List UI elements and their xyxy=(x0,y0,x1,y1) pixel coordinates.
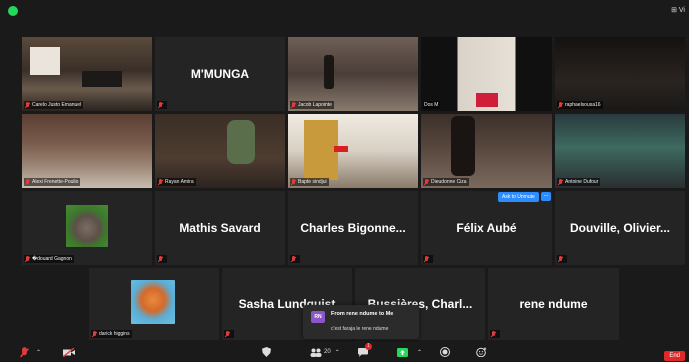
participants-icon xyxy=(310,348,322,357)
mic-muted-icon xyxy=(558,256,563,262)
participant-display-name: Douville, Olivier... xyxy=(569,221,671,235)
video-tile[interactable]: raphaelsousa16 xyxy=(555,37,685,111)
participant-name-tag: Jacob Lapointe xyxy=(290,101,334,109)
participant-name-tag: Antoine Dufour xyxy=(557,178,601,186)
participant-name-tag: Bapte sindjui xyxy=(290,178,329,186)
security-button[interactable] xyxy=(262,346,271,358)
participant-name-tag xyxy=(290,255,300,263)
video-tile[interactable]: darick higgins xyxy=(89,268,219,340)
mic-muted-icon xyxy=(158,179,163,185)
video-tile[interactable]: Rayan Amira xyxy=(155,114,285,188)
microphone-muted-icon xyxy=(21,347,29,357)
participant-name-tag: Carelo Justo Emanuel xyxy=(24,101,84,109)
profile-picture-rabbit xyxy=(66,205,108,247)
chat-notification[interactable]: RN From rene ndume to Me c'est faraja le… xyxy=(303,305,419,339)
participant-name-tag xyxy=(157,255,167,263)
video-tile[interactable]: Dieudonne Ciza xyxy=(421,114,552,188)
chat-unread-badge: 1 xyxy=(365,343,372,350)
mic-muted-icon xyxy=(424,179,429,185)
mic-muted-icon xyxy=(291,256,296,262)
chat-message: c'est faraja le rene ndume xyxy=(331,326,389,332)
mic-muted-icon xyxy=(25,256,30,262)
mic-muted-icon xyxy=(291,179,296,185)
video-tile-active-speaker[interactable]: Dos M xyxy=(421,37,552,111)
view-button[interactable]: ⊞ Vi xyxy=(671,6,685,14)
video-tile[interactable]: M'MUNGA xyxy=(155,37,285,111)
video-tile[interactable]: Douville, Olivier... xyxy=(555,191,685,265)
video-tile[interactable]: Alexi Frenette-Poulio xyxy=(22,114,152,188)
reactions-button[interactable] xyxy=(476,346,487,358)
reactions-icon xyxy=(476,347,487,357)
caret-up-icon: ⌃ xyxy=(36,349,42,356)
unmute-button[interactable] xyxy=(22,346,27,358)
participant-name-tag xyxy=(224,330,234,338)
participant-name-tag: raphaelsousa16 xyxy=(557,101,603,109)
video-off-icon xyxy=(63,347,75,357)
record-button[interactable] xyxy=(440,346,450,358)
participants-button[interactable]: 20 ⌃ xyxy=(310,346,340,358)
participant-name-tag xyxy=(557,255,567,263)
participant-display-name: M'MUNGA xyxy=(190,67,250,81)
video-tile[interactable]: Bapte sindjui xyxy=(288,114,418,188)
mic-muted-icon xyxy=(491,331,496,337)
caret-up-icon: ⌃ xyxy=(334,349,340,356)
participant-name-tag: �douard Gagnon xyxy=(24,255,74,263)
participant-display-name: rene ndume xyxy=(519,297,588,311)
participant-name-tag xyxy=(490,330,500,338)
avatar: RN xyxy=(311,311,325,323)
participant-display-name: Félix Aubé xyxy=(456,221,517,235)
video-tile[interactable]: rene ndume xyxy=(488,268,619,340)
participant-name-tag: Dieudonne Ciza xyxy=(423,178,469,186)
participant-name-tag: darick higgins xyxy=(91,330,132,338)
chat-button[interactable]: 1 xyxy=(358,343,372,358)
mic-muted-icon xyxy=(92,331,97,337)
end-meeting-button[interactable]: End xyxy=(664,351,685,361)
security-shield-icon xyxy=(262,347,271,357)
caret-up-icon: ⌃ xyxy=(417,349,423,356)
participant-display-name: Mathis Savard xyxy=(179,221,261,235)
meeting-toolbar: ⌃ 20 ⌃ 1 ⌃ xyxy=(0,342,689,362)
video-tile[interactable]: Félix Aubé xyxy=(421,191,552,265)
video-tile[interactable]: Charles Bigonne... xyxy=(288,191,418,265)
top-bar: ⊞ Vi xyxy=(0,0,689,22)
video-tile[interactable]: Jacob Lapointe xyxy=(288,37,418,111)
mic-muted-icon xyxy=(158,256,163,262)
audio-options-caret[interactable]: ⌃ xyxy=(36,346,41,358)
mic-muted-icon xyxy=(25,102,30,108)
mic-muted-icon xyxy=(558,179,563,185)
chat-sender: From rene ndume to Me xyxy=(331,311,394,317)
share-screen-icon xyxy=(397,347,408,357)
mic-muted-icon xyxy=(291,102,296,108)
ask-to-unmute-button[interactable]: Ask to Unmute xyxy=(498,192,539,202)
video-tile[interactable]: Antoine Dufour xyxy=(555,114,685,188)
participant-name-tag xyxy=(157,101,167,109)
share-screen-button[interactable] xyxy=(397,346,408,358)
mic-muted-icon xyxy=(225,331,230,337)
profile-picture-cartoon xyxy=(131,280,175,324)
participant-display-name: Charles Bigonne... xyxy=(300,221,406,235)
mic-muted-icon xyxy=(424,256,429,262)
participant-name-tag: Alexi Frenette-Poulio xyxy=(24,178,81,186)
participants-count: 20 xyxy=(324,349,331,355)
more-options-button[interactable]: ... xyxy=(541,192,551,201)
mic-muted-icon xyxy=(158,102,163,108)
video-tile[interactable]: Carelo Justo Emanuel xyxy=(22,37,152,111)
participant-name-tag: Rayan Amira xyxy=(157,178,196,186)
video-tile[interactable]: Mathis Savard xyxy=(155,191,285,265)
video-tile[interactable]: �douard Gagnon xyxy=(22,191,152,265)
mic-muted-icon xyxy=(558,102,563,108)
start-video-button[interactable] xyxy=(63,346,75,358)
participant-name-tag xyxy=(423,255,433,263)
mic-muted-icon xyxy=(25,179,30,185)
record-icon xyxy=(440,347,450,357)
shield-icon[interactable] xyxy=(8,6,18,16)
share-options-caret[interactable]: ⌃ xyxy=(417,346,422,358)
participant-name-tag: Dos M xyxy=(423,101,441,109)
